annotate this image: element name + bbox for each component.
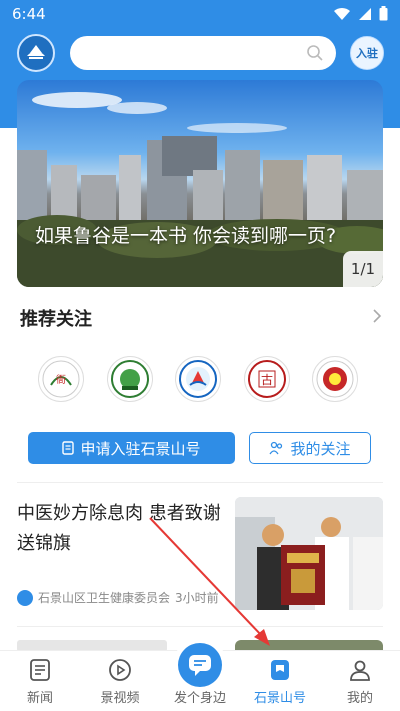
- news-photo-image: [235, 497, 383, 610]
- account-emblem-icon: [110, 360, 149, 398]
- news-time: 3小时前: [175, 591, 219, 605]
- banner-carousel[interactable]: 如果鲁谷是一本书 你会读到哪一页? 1/1: [17, 80, 383, 287]
- battery-icon: [379, 6, 388, 21]
- account-logo[interactable]: [312, 356, 358, 402]
- account-logo-text: 衙: [56, 373, 66, 386]
- news-title[interactable]: 中医妙方除息肉 患者致谢送锦旗: [17, 499, 222, 559]
- news-icon: [30, 659, 50, 681]
- tab-me-label: 我的: [346, 691, 373, 706]
- status-time: 6:44: [12, 5, 46, 23]
- tab-shijingshan-label: 石景山号: [253, 691, 306, 706]
- bookmark-icon: [271, 660, 289, 680]
- tab-post-label: 发个身边: [173, 691, 226, 706]
- apply-join-label: 申请入驻石景山号: [80, 439, 201, 458]
- tab-me[interactable]: 我的: [320, 651, 400, 711]
- city-skyline-image: [17, 92, 383, 287]
- status-icons: [333, 6, 388, 21]
- account-logo[interactable]: [106, 356, 153, 402]
- chevron-right-icon[interactable]: [372, 308, 382, 329]
- header: 入驻: [0, 34, 400, 74]
- apply-join-button[interactable]: 申请入驻石景山号: [28, 432, 235, 464]
- status-bar: 6:44: [0, 0, 400, 30]
- join-button[interactable]: 入驻: [350, 36, 384, 70]
- pagoda-logo-icon: [22, 39, 50, 67]
- banner-caption[interactable]: 如果鲁谷是一本书 你会读到哪一页?: [35, 220, 345, 252]
- post-bubble-button[interactable]: [178, 643, 222, 687]
- app-logo[interactable]: [17, 34, 55, 72]
- tab-shijingshan-account[interactable]: 石景山号: [240, 651, 320, 711]
- news-list-item[interactable]: 中医妙方除息肉 患者致谢送锦旗 石景山区卫生健康委员会 3小时前: [17, 497, 383, 611]
- wifi-icon: [334, 7, 350, 20]
- chat-bubble-icon: [189, 655, 211, 676]
- document-icon: [62, 441, 75, 455]
- banner-page-counter: 1/1: [343, 251, 383, 287]
- my-follow-button[interactable]: 我的关注: [249, 432, 371, 464]
- news-thumbnail[interactable]: [235, 497, 383, 610]
- account-emblem-icon: [316, 360, 354, 398]
- recommend-title: 推荐关注: [20, 309, 92, 330]
- tab-video[interactable]: 景视频: [80, 651, 160, 711]
- tab-news[interactable]: 新闻: [0, 651, 80, 711]
- search-icon: [307, 45, 323, 61]
- source-avatar: [17, 589, 33, 606]
- account-logo[interactable]: 衙: [38, 356, 84, 402]
- tab-news-label: 新闻: [26, 691, 53, 706]
- divider: [17, 482, 383, 483]
- account-logo[interactable]: [175, 356, 221, 402]
- tab-video-label: 景视频: [100, 691, 140, 706]
- account-logo-text: 古: [260, 372, 272, 387]
- account-logo[interactable]: 古: [243, 356, 290, 402]
- play-icon: [109, 659, 131, 681]
- account-emblem-icon: [179, 360, 217, 398]
- people-icon: [269, 441, 283, 455]
- signal-icon: [359, 7, 371, 20]
- user-icon: [350, 660, 370, 681]
- account-emblem-icon: 古: [247, 360, 286, 398]
- news-source: 石景山区卫生健康委员会: [38, 591, 171, 605]
- divider: [17, 626, 383, 627]
- news-meta: 石景山区卫生健康委员会 3小时前: [17, 589, 219, 606]
- account-emblem-icon: 衙: [42, 360, 80, 398]
- my-follow-label: 我的关注: [290, 439, 351, 458]
- search-input[interactable]: [70, 36, 336, 70]
- recommended-accounts: 衙 古: [38, 356, 358, 402]
